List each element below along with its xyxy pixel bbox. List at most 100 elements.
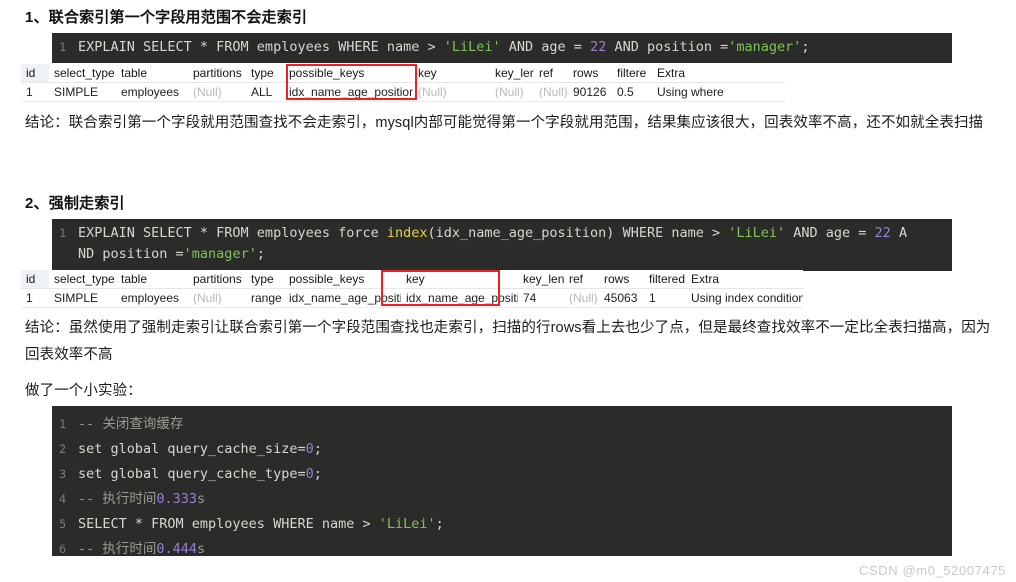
line-number: 1 — [59, 226, 66, 240]
exp-line: 1 -- 关闭查询缓存 — [52, 412, 952, 437]
cell-type: range — [246, 288, 284, 308]
column-header-table: table — [116, 270, 188, 289]
exp-line: 6 -- 执行时间0.444s — [52, 537, 952, 556]
table-header-row-2: id select_type table partitions type possible… — [21, 270, 803, 289]
cell-Extra: Using index condition — [686, 288, 803, 308]
column-header-rows: rows — [568, 64, 612, 83]
column-header-select_type: select_type — [49, 270, 116, 289]
code-token: set global query_cache_type= — [78, 466, 306, 482]
cell-rows: 45063 — [599, 288, 644, 308]
line-number: 6 — [59, 542, 66, 556]
code-token: A — [890, 225, 908, 241]
experiment-note: 做了一个小实验： — [25, 383, 142, 399]
column-header-Extra: Extra — [652, 64, 785, 83]
sql2-line: 1 EXPLAIN SELECT * FROM employees force i… — [52, 223, 952, 244]
code-text: EXPLAIN SELECT * FROM employees force in… — [78, 223, 907, 244]
column-header-possible_keys: possible_keys — [284, 64, 413, 83]
code-text: SELECT * FROM employees WHERE name > 'Li… — [78, 512, 444, 537]
experiment-code-block: 1 -- 关闭查询缓存 2 set global query_cache_size=0… — [52, 406, 952, 556]
column-header-ref: ref — [564, 270, 599, 289]
exp-line: 2 set global query_cache_size=0; — [52, 437, 952, 462]
code-token: ; — [313, 466, 322, 482]
code-token: 22 — [590, 39, 607, 55]
code-token: 'LiLei' — [378, 516, 436, 532]
table-row-1: 1 SIMPLE employees (Null) ALL idx_name_age_po… — [21, 82, 785, 102]
column-header-partitions: partitions — [188, 64, 246, 83]
code-text: EXPLAIN SELECT * FROM employees WHERE na… — [78, 37, 810, 58]
code-token: 'manager' — [183, 246, 257, 262]
code-token: AND position = — [606, 39, 729, 55]
sql-code-block-2: 1 EXPLAIN SELECT * FROM employees force i… — [52, 219, 952, 271]
code-text: -- 执行时间0.444s — [78, 537, 205, 556]
cell-key: idx_name_age_position — [401, 288, 518, 308]
code-text: ND position ='manager'; — [78, 244, 265, 265]
code-token: 'manager' — [728, 39, 802, 55]
column-header-id: id — [21, 64, 49, 83]
line-number: 2 — [59, 442, 66, 456]
column-header-Extra: Extra — [686, 270, 803, 289]
column-header-id: id — [21, 270, 49, 289]
cell-select_type: SIMPLE — [49, 288, 116, 308]
column-header-table: table — [116, 64, 188, 83]
cell-partitions: (Null) — [188, 82, 246, 102]
code-token: ; — [801, 39, 810, 55]
cell-filtere: 0.5 — [612, 82, 652, 102]
code-token: 'LiLei' — [443, 39, 501, 55]
code-token: EXPLAIN SELECT * FROM employees WHERE na… — [78, 39, 444, 55]
column-header-key_len: key_len — [490, 64, 534, 83]
code-token: 'LiLei' — [728, 225, 786, 241]
cell-rows: 90126 — [568, 82, 612, 102]
cell-key: (Null) — [413, 82, 490, 102]
column-header-filtered: filtered — [644, 270, 686, 289]
code-token: 22 — [874, 225, 891, 241]
exp-line: 4 -- 执行时间0.333s — [52, 487, 952, 512]
code-token: ; — [435, 516, 444, 532]
column-header-filtere: filtere — [612, 64, 652, 83]
column-header-ref: ref — [534, 64, 568, 83]
column-header-select_type: select_type — [49, 64, 116, 83]
explain-result-table-2: id select_type table partitions type possible… — [21, 270, 803, 308]
cell-select_type: SIMPLE — [49, 82, 116, 102]
cell-filtered: 1 — [644, 288, 686, 308]
sql2-line: ND position ='manager'; — [52, 244, 952, 265]
code-token: 0.333 — [156, 491, 198, 507]
column-header-type: type — [246, 270, 284, 289]
code-token: set global query_cache_size= — [78, 441, 306, 457]
column-header-type: type — [246, 64, 284, 83]
cell-possible_keys: idx_name_age_position — [284, 82, 413, 102]
section-1-heading: 1、联合索引第一个字段用范围不会走索引 — [25, 9, 308, 26]
cell-ref: (Null) — [534, 82, 568, 102]
cell-Extra: Using where — [652, 82, 785, 102]
code-token: EXPLAIN SELECT * FROM employees force — [78, 225, 387, 241]
code-token: s — [197, 491, 206, 507]
column-header-partitions: partitions — [188, 270, 246, 289]
cell-table: employees — [116, 288, 188, 308]
column-header-rows: rows — [599, 270, 644, 289]
line-number: 1 — [59, 417, 66, 431]
table-row-2: 1 SIMPLE employees (Null) range idx_name_age_… — [21, 288, 803, 308]
code-token: 0 — [305, 441, 314, 457]
cell-type: ALL — [246, 82, 284, 102]
exp-line: 3 set global query_cache_type=0; — [52, 462, 952, 487]
article-page: 1、联合索引第一个字段用范围不会走索引 1 EXPLAIN SELECT * FR… — [0, 0, 1016, 582]
section-2-heading: 2、强制走索引 — [25, 195, 125, 212]
code-token: -- 执行时间 — [78, 491, 157, 507]
line-number: 1 — [59, 40, 66, 54]
cell-key_len: 74 — [518, 288, 564, 308]
code-text: set global query_cache_size=0; — [78, 437, 322, 462]
code-token: s — [197, 541, 206, 556]
cell-id: 1 — [21, 288, 49, 308]
line-number: 3 — [59, 467, 66, 481]
code-token: -- 执行时间 — [78, 541, 157, 556]
code-token: index — [386, 225, 428, 241]
column-header-key: key — [401, 270, 518, 289]
sql1-line: 1 EXPLAIN SELECT * FROM employees WHERE n… — [52, 37, 952, 58]
section-2-conclusion: 结论：虽然使用了强制走索引让联合索引第一个字段范围查找也走索引，扫描的行rows… — [25, 320, 991, 363]
section-1-conclusion: 结论：联合索引第一个字段就用范围查找不会走索引，mysql内部可能觉得第一个字段… — [25, 115, 984, 131]
code-token: ; — [313, 441, 322, 457]
code-token: AND age = — [785, 225, 875, 241]
code-text: -- 关闭查询缓存 — [78, 412, 183, 437]
column-header-key: key — [413, 64, 490, 83]
code-token: 0 — [305, 466, 314, 482]
exp-line: 5 SELECT * FROM employees WHERE name > 'L… — [52, 512, 952, 537]
